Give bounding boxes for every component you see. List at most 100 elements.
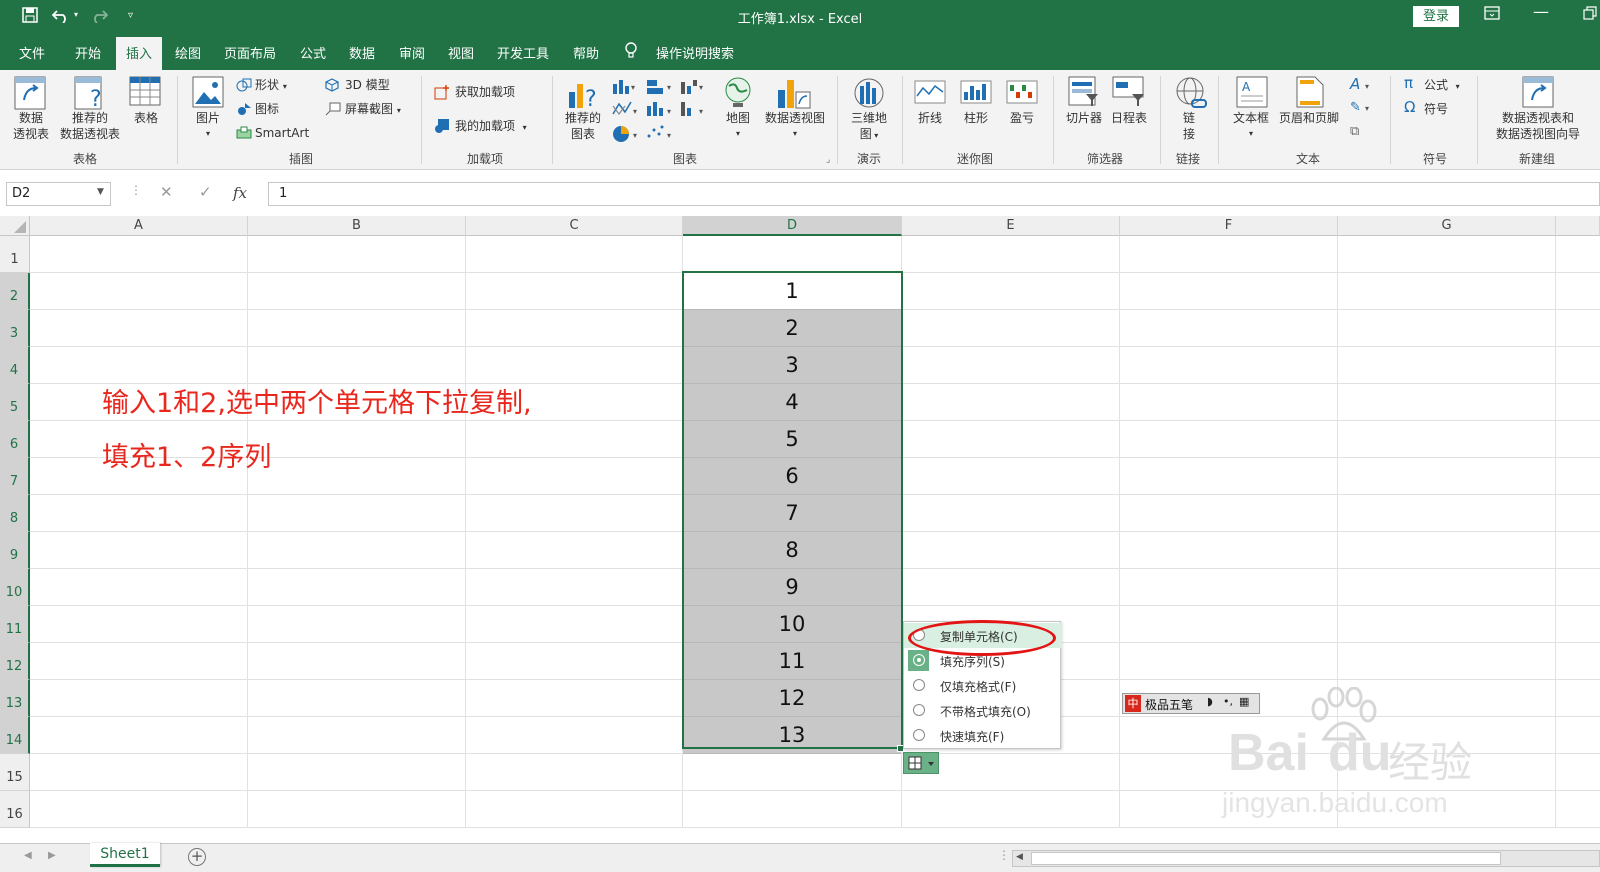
sparkline-winloss-button[interactable]: 盈亏	[1002, 110, 1042, 126]
name-box-dropdown-icon[interactable]: ▼	[97, 187, 104, 197]
row-header[interactable]: 16	[0, 791, 30, 828]
radio-icon	[913, 654, 925, 666]
row-header[interactable]: 8	[0, 495, 30, 532]
tab-draw[interactable]: 绘图	[175, 43, 201, 62]
recommended-charts-button[interactable]: 推荐的 图表	[560, 110, 606, 142]
recommended-pivot-button[interactable]: 推荐的 数据透视表	[55, 110, 125, 142]
row-header[interactable]: 10	[0, 569, 30, 606]
row-header[interactable]: 6	[0, 421, 30, 458]
select-all-corner[interactable]	[0, 216, 30, 236]
scrollbar-thumb[interactable]	[1031, 852, 1501, 865]
row-header[interactable]: 11	[0, 606, 30, 643]
3d-model-button[interactable]: 3D 模型	[345, 77, 390, 93]
chart-dialog-launcher-icon[interactable]: ⌟	[826, 152, 830, 168]
formula-input[interactable]: 1	[268, 182, 1600, 206]
horizontal-scrollbar[interactable]: ◀	[1012, 850, 1600, 867]
signature-line-icon[interactable]: ✎ ▾	[1350, 100, 1369, 117]
column-header-f[interactable]: F	[1120, 216, 1338, 236]
row-header[interactable]: 7	[0, 458, 30, 495]
sheet-tab[interactable]: Sheet1	[90, 843, 160, 867]
smartart-button[interactable]: SmartArt	[255, 125, 309, 141]
pivot-table-button[interactable]: 数据 透视表	[6, 110, 56, 142]
ribbon-display-options-icon[interactable]	[1484, 6, 1500, 24]
tab-developer[interactable]: 开发工具	[497, 43, 549, 62]
restore-icon[interactable]	[1583, 6, 1597, 24]
textbox-button[interactable]: 文本框 ▾	[1228, 110, 1274, 142]
link-button[interactable]: 链接	[1177, 110, 1201, 142]
row-header[interactable]: 14	[0, 717, 30, 754]
get-addins-button[interactable]: 获取加载项	[455, 84, 515, 100]
radio-icon	[913, 679, 925, 691]
autofill-options-button[interactable]	[903, 752, 939, 774]
autofill-without-formatting[interactable]: 不带格式填充(O)	[904, 698, 1062, 723]
sheet-next-icon[interactable]: ▶	[48, 850, 56, 861]
row-header[interactable]: 9	[0, 532, 30, 569]
row-header[interactable]: 2	[0, 273, 30, 310]
row-header[interactable]: 12	[0, 643, 30, 680]
row-header[interactable]: 15	[0, 754, 30, 791]
picture-button[interactable]: 图片 ▾	[188, 110, 228, 142]
column-header-h[interactable]	[1556, 216, 1600, 236]
login-button[interactable]: 登录	[1413, 6, 1459, 27]
icons-button[interactable]: 图标	[255, 101, 279, 117]
shapes-button[interactable]: 形状 ▾	[255, 77, 287, 95]
row-header[interactable]: 1	[0, 236, 30, 273]
worksheet-grid[interactable]: A B C D E F G 1 2 3 4 5 6 7 8 9 10 11 12…	[0, 216, 1600, 828]
pivot-chart-button[interactable]: 数据透视图 ▾	[760, 110, 830, 142]
name-box[interactable]: D2	[6, 182, 111, 206]
column-header-d[interactable]: D	[683, 216, 902, 236]
sparkline-line-button[interactable]: 折线	[910, 110, 950, 126]
symbol-icon[interactable]: Ω	[1404, 99, 1415, 115]
3d-map-button[interactable]: 三维地图 ▾	[846, 110, 892, 144]
tab-formulas[interactable]: 公式	[300, 43, 326, 62]
punctuation-icon[interactable]: •,	[1223, 695, 1233, 708]
chart-type-icons[interactable]: ▾ ▾ ▾ ▾ ▾ ▾ ▾ ▾	[611, 78, 707, 144]
moon-icon[interactable]: ◗	[1207, 695, 1213, 708]
equation-icon[interactable]: π	[1404, 75, 1413, 91]
column-header-e[interactable]: E	[902, 216, 1120, 236]
minimize-icon[interactable]: —	[1533, 2, 1549, 21]
row-header[interactable]: 13	[0, 680, 30, 717]
tab-view[interactable]: 视图	[448, 43, 474, 62]
gridline	[465, 236, 466, 828]
sheet-prev-icon[interactable]: ◀	[24, 850, 32, 861]
sparkline-column-button[interactable]: 柱形	[956, 110, 996, 126]
tab-help[interactable]: 帮助	[573, 43, 599, 62]
column-header-c[interactable]: C	[466, 216, 683, 236]
row-header[interactable]: 5	[0, 384, 30, 421]
insert-function-icon[interactable]: fx	[233, 184, 247, 202]
row-header[interactable]: 4	[0, 347, 30, 384]
column-header-g[interactable]: G	[1338, 216, 1556, 236]
keyboard-icon[interactable]: ▦	[1239, 695, 1249, 708]
add-sheet-button[interactable]: +	[188, 848, 206, 866]
column-header-a[interactable]: A	[30, 216, 248, 236]
tab-page-layout[interactable]: 页面布局	[224, 43, 276, 62]
my-addins-button[interactable]: 我的加载项 ▾	[455, 118, 527, 136]
ime-mode-indicator[interactable]: 中	[1125, 695, 1141, 712]
scroll-left-icon[interactable]: ◀	[1016, 852, 1023, 862]
object-icon[interactable]: ⧉	[1350, 124, 1359, 140]
column-header-b[interactable]: B	[248, 216, 466, 236]
equation-button[interactable]: 公式 ▾	[1424, 77, 1460, 95]
svg-text:▾: ▾	[667, 131, 671, 140]
header-footer-button[interactable]: 页眉和页脚	[1274, 110, 1344, 126]
wordart-icon[interactable]: A ▾	[1350, 76, 1369, 95]
pivot-wizard-button[interactable]: 数据透视表和 数据透视图向导	[1484, 110, 1592, 142]
tab-review[interactable]: 审阅	[399, 43, 425, 62]
table-button[interactable]: 表格	[128, 110, 164, 126]
tab-data[interactable]: 数据	[349, 43, 375, 62]
autofill-formatting-only[interactable]: 仅填充格式(F)	[904, 673, 1062, 698]
screenshot-button[interactable]: 屏幕截图 ▾	[345, 101, 401, 119]
cancel-icon[interactable]: ✕	[160, 183, 173, 201]
tab-home[interactable]: 开始	[75, 43, 101, 62]
timeline-button[interactable]: 日程表	[1106, 110, 1152, 126]
enter-icon[interactable]: ✓	[199, 183, 212, 201]
map-button[interactable]: 地图 ▾	[718, 110, 758, 142]
symbol-button[interactable]: 符号	[1424, 101, 1448, 117]
tab-file[interactable]: 文件	[19, 43, 45, 62]
slicer-button[interactable]: 切片器	[1062, 110, 1106, 126]
autofill-flash-fill[interactable]: 快速填充(F)	[904, 723, 1062, 748]
row-header[interactable]: 3	[0, 310, 30, 347]
tab-insert[interactable]: 插入	[116, 37, 163, 70]
tell-me-search[interactable]: 操作说明搜索	[656, 43, 734, 62]
